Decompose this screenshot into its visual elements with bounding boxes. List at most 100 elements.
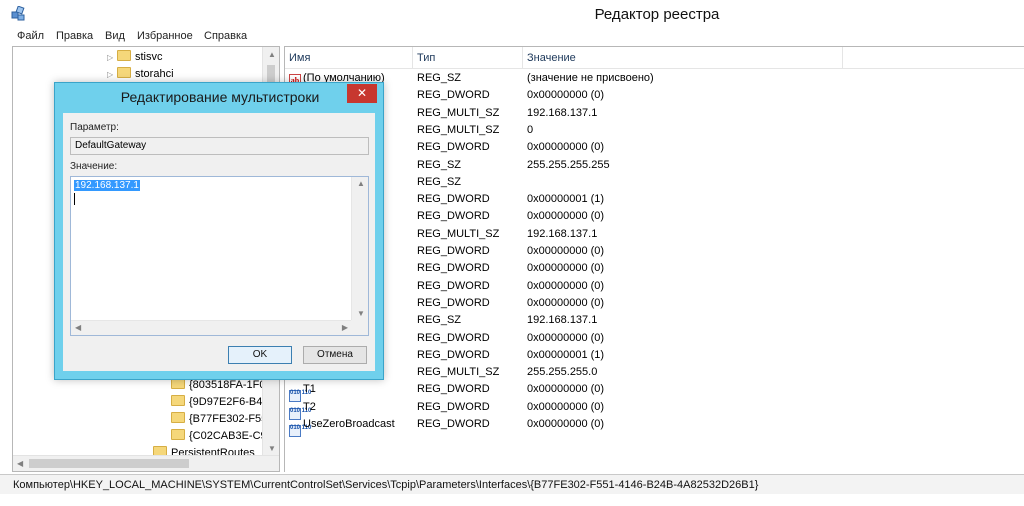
textarea-vertical-scrollbar[interactable]: ▲ ▼ bbox=[351, 177, 368, 320]
dialog-body: Параметр: DefaultGateway Значение: 192.1… bbox=[63, 113, 375, 371]
row-type: REG_SZ bbox=[417, 158, 462, 171]
row-type: REG_DWORD bbox=[417, 141, 490, 154]
table-row[interactable]: 010 110meREG_DWORD0x00000000 (0) bbox=[285, 278, 1024, 299]
table-row[interactable]: 010 110REG_DWORD0x00000000 (0) bbox=[285, 208, 1024, 230]
edit-multistring-dialog: Редактирование мультистроки ✕ Параметр: … bbox=[54, 82, 384, 380]
scroll-up-icon[interactable]: ▲ bbox=[268, 50, 276, 59]
table-row[interactable]: abMet...REG_MULTI_SZ0 bbox=[285, 122, 1024, 139]
expand-icon[interactable]: ▷ bbox=[107, 50, 117, 66]
title-bar: Редактор реестра bbox=[0, 0, 1024, 28]
table-row[interactable]: 010 110TimeREG_DWORD0x00000000 (0) bbox=[285, 295, 1024, 316]
table-row[interactable]: 010 110ledREG_DWORD0x00000001 (1) bbox=[285, 347, 1024, 368]
value-text: 192.168.137.1 bbox=[74, 180, 140, 191]
menu-help[interactable]: Справка bbox=[204, 30, 247, 42]
menu-view[interactable]: Вид bbox=[105, 30, 125, 42]
folder-icon bbox=[171, 429, 185, 440]
table-row[interactable]: 010 110REG_DWORD0x00000000 (0) bbox=[285, 260, 1024, 282]
table-row[interactable]: ab (По умолчанию) REG_SZ (значение не присв… bbox=[285, 70, 1024, 87]
close-button[interactable]: ✕ bbox=[347, 84, 377, 103]
value-label: Значение: bbox=[70, 161, 118, 172]
scroll-down-icon[interactable]: ▼ bbox=[357, 309, 365, 318]
row-value: 255.255.255.0 bbox=[527, 366, 598, 379]
row-value: 0x00000000 (0) bbox=[527, 383, 605, 396]
param-label: Параметр: bbox=[70, 122, 119, 133]
table-row[interactable]: abREG_SZ192.168.137.1 bbox=[285, 312, 1024, 329]
scroll-right-icon[interactable]: ▶ bbox=[342, 323, 348, 332]
row-type: REG_SZ bbox=[417, 72, 462, 84]
scroll-up-icon[interactable]: ▲ bbox=[357, 179, 365, 188]
menu-favorites[interactable]: Избранное bbox=[137, 30, 193, 42]
window-title: Редактор реестра bbox=[594, 6, 720, 23]
scroll-left-icon[interactable]: ◀ bbox=[17, 459, 23, 468]
row-value: 0x00000000 (0) bbox=[527, 262, 605, 275]
table-row[interactable]: abREG_MULTI_SZ255.255.255.0 bbox=[285, 364, 1024, 381]
row-type: REG_MULTI_SZ bbox=[417, 227, 500, 240]
tree-node-storahci[interactable]: ▷ storahci bbox=[107, 66, 174, 82]
scroll-corner bbox=[351, 320, 368, 335]
column-type[interactable]: Тип bbox=[413, 47, 523, 69]
folder-icon bbox=[171, 395, 185, 406]
table-row[interactable]: abREG_MULTI_SZ192.168.137.1 bbox=[285, 226, 1024, 243]
binary-icon: 010 110 bbox=[289, 425, 311, 437]
row-value: 0x00000000 (0) bbox=[527, 141, 605, 154]
tree-node-stisvc[interactable]: ▷ stisvc bbox=[107, 49, 163, 65]
row-value: 0x00000000 (0) bbox=[527, 245, 605, 257]
row-type: REG_DWORD bbox=[417, 383, 490, 396]
tree-horizontal-scrollbar[interactable]: ◀ bbox=[13, 455, 279, 471]
row-value: 0x00000000 (0) bbox=[527, 400, 605, 413]
table-row[interactable]: 010 110etectREG_DWORD0x00000001 (1) bbox=[285, 191, 1024, 213]
row-type: REG_DWORD bbox=[417, 193, 490, 206]
row-type: REG_DWORD bbox=[417, 210, 490, 223]
list-header: Имя Тип Значение bbox=[285, 47, 1024, 69]
menu-bar: Файл Правка Вид Избранное Справка bbox=[0, 28, 1024, 46]
tree-node-interface[interactable]: {C02CAB3E-C9... bbox=[171, 428, 276, 444]
value-textarea[interactable]: 192.168.137.1 ▲ ▼ ◀ ▶ bbox=[70, 176, 369, 336]
table-row[interactable]: abREG_MULTI_SZ192.168.137.1 bbox=[285, 105, 1024, 122]
table-row[interactable]: 010 110NameREG_DWORD0x00000000 (0) bbox=[285, 330, 1024, 351]
row-type: REG_MULTI_SZ bbox=[417, 106, 500, 119]
scroll-left-icon[interactable]: ◀ bbox=[75, 323, 81, 332]
table-row[interactable]: abREG_SZ bbox=[285, 174, 1024, 191]
row-value: 192.168.137.1 bbox=[527, 314, 598, 327]
table-row[interactable]: abREG_SZ255.255.255.255 bbox=[285, 157, 1024, 174]
table-row[interactable]: 010 110UseZeroBroadcast REG_DWORD 0x000000… bbox=[285, 416, 1024, 437]
row-type: REG_MULTI_SZ bbox=[417, 123, 500, 136]
row-value: 0x00000000 (0) bbox=[527, 418, 605, 430]
row-value: 192.168.137.1 bbox=[527, 106, 598, 119]
textarea-horizontal-scrollbar[interactable]: ◀ ▶ bbox=[71, 320, 352, 335]
text-caret bbox=[74, 193, 75, 205]
row-type: REG_SZ bbox=[417, 314, 462, 327]
menu-edit[interactable]: Правка bbox=[56, 30, 93, 42]
row-value: (значение не присвоено) bbox=[527, 72, 654, 84]
status-bar: Компьютер\HKEY_LOCAL_MACHINE\SYSTEM\Curr… bbox=[0, 474, 1024, 494]
row-value: 255.255.255.255 bbox=[527, 158, 610, 171]
cancel-button[interactable]: Отмена bbox=[303, 346, 367, 364]
column-name[interactable]: Имя bbox=[285, 47, 413, 69]
folder-icon bbox=[171, 412, 185, 423]
row-name: 010 110UseZeroBroadcast bbox=[289, 416, 413, 437]
table-row[interactable]: 010 110T1 REG_DWORD 0x00000000 (0) bbox=[285, 381, 1024, 403]
expand-icon[interactable]: ▷ bbox=[107, 67, 117, 83]
table-row[interactable]: 010 110REG_DWORD0x00000000 (0) bbox=[285, 87, 1024, 109]
scroll-thumb[interactable] bbox=[29, 459, 189, 468]
tree-node-interface[interactable]: {B77FE302-F55... bbox=[171, 411, 276, 427]
row-value: 0x00000000 (0) bbox=[527, 331, 605, 344]
folder-icon bbox=[117, 67, 131, 78]
row-value: 0x00000001 (1) bbox=[527, 348, 605, 361]
ok-button[interactable]: OK bbox=[228, 346, 292, 364]
table-row[interactable]: 010 110eREG_DWORD0x00000000 (0) bbox=[285, 243, 1024, 264]
row-type: REG_DWORD bbox=[417, 418, 490, 430]
row-type: REG_DWORD bbox=[417, 262, 490, 275]
row-value: 0x00000000 (0) bbox=[527, 296, 605, 309]
values-list[interactable]: Имя Тип Значение ab (По умолчанию) REG_SZ(… bbox=[284, 46, 1024, 472]
table-row[interactable]: 010 110T2 REG_DWORD 0x00000000 (0) bbox=[285, 399, 1024, 420]
scroll-down-icon[interactable]: ▼ bbox=[268, 444, 276, 453]
menu-file[interactable]: Файл bbox=[17, 30, 44, 42]
row-type: REG_DWORD bbox=[417, 296, 490, 309]
column-value[interactable]: Значение bbox=[523, 47, 843, 69]
table-row[interactable]: 010 110Bro...REG_DWORD0x00000000 (0) bbox=[285, 139, 1024, 161]
row-value: 0 bbox=[527, 123, 534, 136]
folder-icon bbox=[117, 50, 131, 61]
row-value: 0x00000000 (0) bbox=[527, 210, 605, 223]
row-value: 192.168.137.1 bbox=[527, 227, 598, 240]
